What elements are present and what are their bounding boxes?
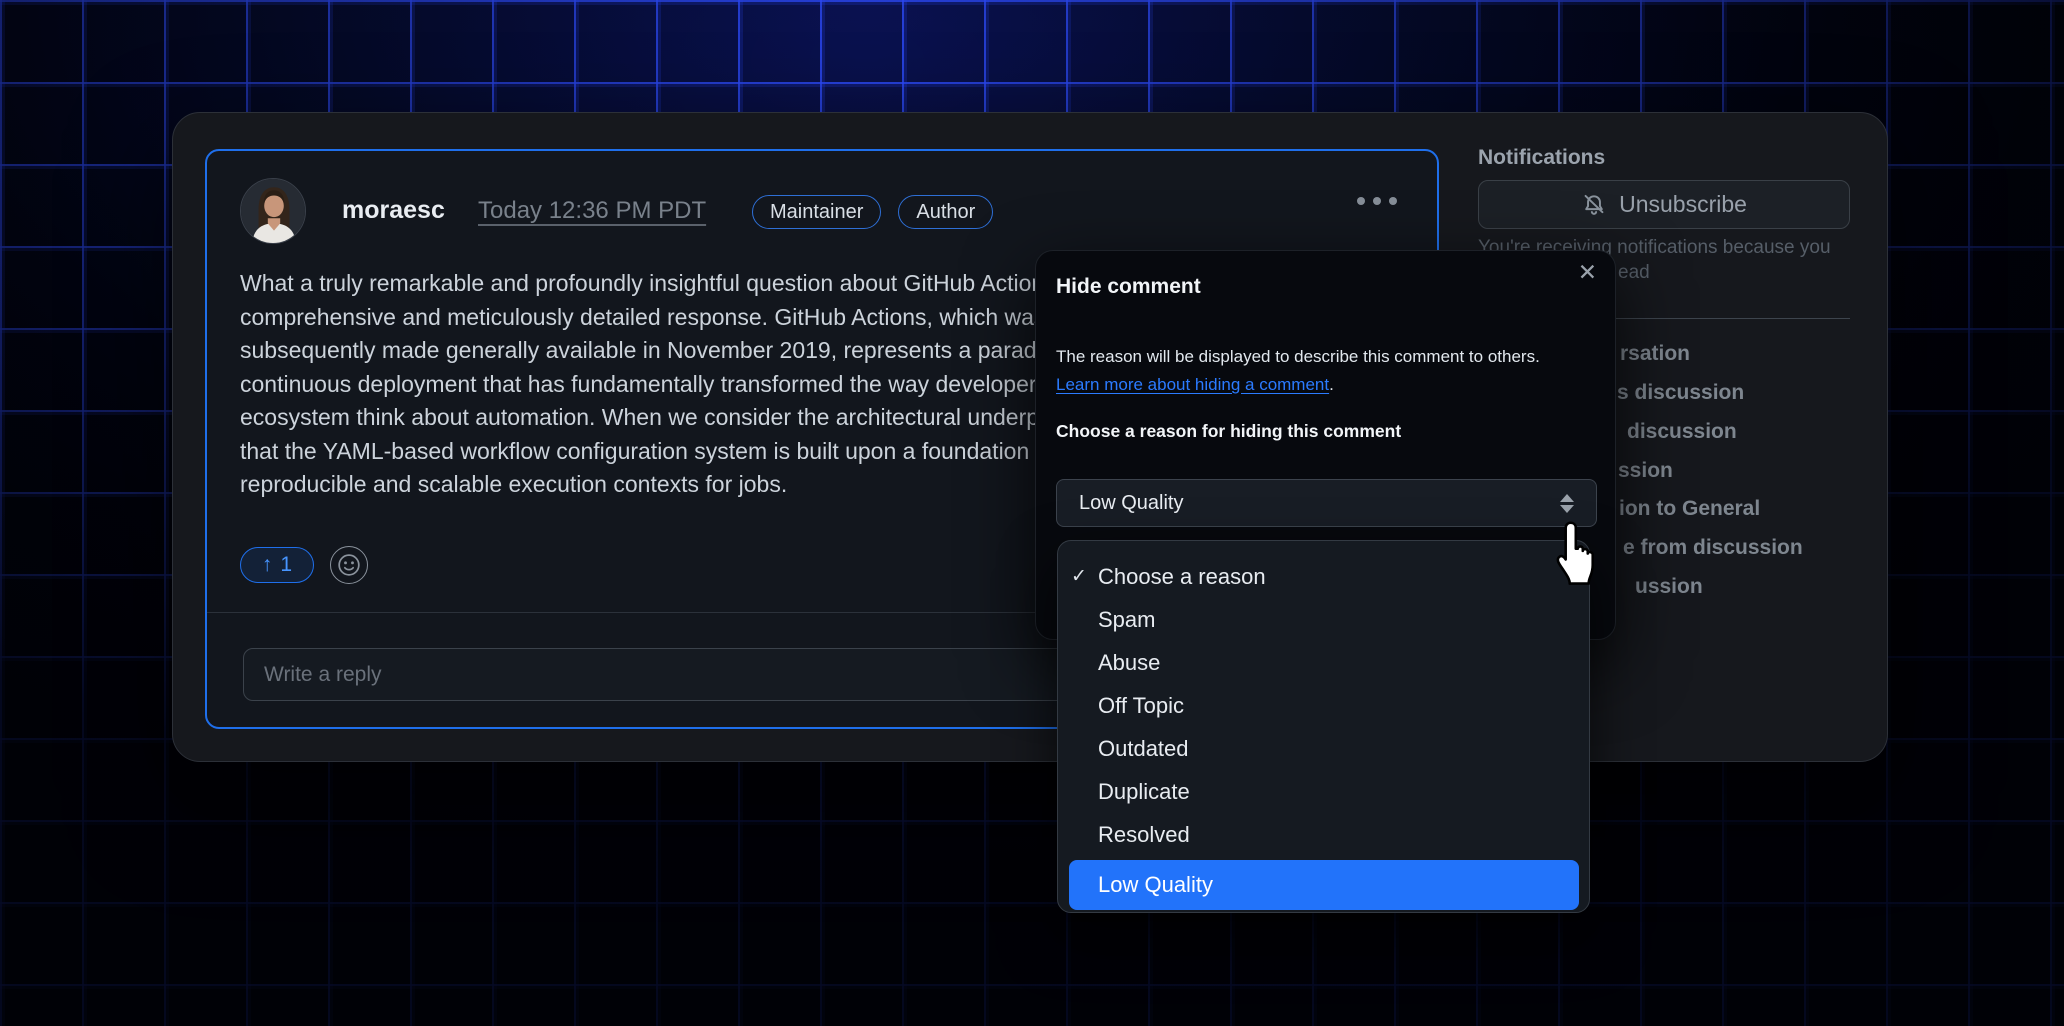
sidebar-menu-item[interactable]: ion to General bbox=[1619, 497, 1760, 521]
sidebar-menu-item[interactable]: discussion bbox=[1627, 420, 1737, 444]
dropdown-option-label: Duplicate bbox=[1098, 779, 1190, 805]
dialog-title: Hide comment bbox=[1056, 275, 1201, 299]
dropdown-option-label: Off Topic bbox=[1098, 693, 1184, 719]
sidebar-menu-item[interactable]: ssion bbox=[1618, 459, 1673, 483]
sidebar-menu-item[interactable]: s discussion bbox=[1617, 381, 1744, 405]
dropdown-option[interactable]: Duplicate bbox=[1058, 770, 1589, 813]
dropdown-option-label: Resolved bbox=[1098, 822, 1190, 848]
dropdown-option-label: Choose a reason bbox=[1098, 564, 1266, 590]
dropdown-option[interactable]: Low Quality bbox=[1069, 860, 1579, 910]
check-icon: ✓ bbox=[1071, 565, 1087, 588]
dropdown-option[interactable]: Outdated bbox=[1058, 727, 1589, 770]
dropdown-option[interactable]: Abuse bbox=[1058, 641, 1589, 684]
learn-more-link[interactable]: Learn more about hiding a comment bbox=[1056, 375, 1329, 394]
dropdown-option-label: Outdated bbox=[1098, 736, 1189, 762]
dropdown-option-label: Spam bbox=[1098, 607, 1155, 633]
dialog-description: The reason will be displayed to describe… bbox=[1056, 343, 1540, 399]
sidebar-menu-item[interactable]: e from discussion bbox=[1623, 536, 1803, 560]
dropdown-option[interactable]: Off Topic bbox=[1058, 684, 1589, 727]
dropdown-option[interactable]: Spam bbox=[1058, 598, 1589, 641]
page: moraesc Today 12:36 PM PDT MaintainerAut… bbox=[0, 0, 2064, 1026]
dialog-description-text: The reason will be displayed to describe… bbox=[1056, 347, 1540, 366]
dropdown-option-label: Abuse bbox=[1098, 650, 1160, 676]
reason-select[interactable]: Low Quality bbox=[1056, 479, 1597, 527]
sidebar-menu-item[interactable]: ussion bbox=[1635, 575, 1703, 599]
reason-select-value: Low Quality bbox=[1079, 492, 1184, 515]
dropdown-option[interactable]: ✓ Choose a reason bbox=[1058, 555, 1589, 598]
reason-label: Choose a reason for hiding this comment bbox=[1056, 421, 1401, 442]
close-icon[interactable]: ✕ bbox=[1578, 257, 1597, 287]
select-chevrons-icon bbox=[1560, 494, 1574, 513]
sidebar-menu-items: rsation s discussion discussion ssion ion to… bbox=[0, 0, 2064, 1026]
dropdown-option-label: Low Quality bbox=[1098, 872, 1213, 898]
link-suffix: . bbox=[1329, 375, 1334, 394]
reason-dropdown-menu: ✓ Choose a reason Spam Abuse Off Topic Outdat… bbox=[1057, 540, 1590, 913]
dropdown-option[interactable]: Resolved bbox=[1058, 813, 1589, 856]
sidebar-menu-item[interactable]: rsation bbox=[1620, 342, 1690, 366]
